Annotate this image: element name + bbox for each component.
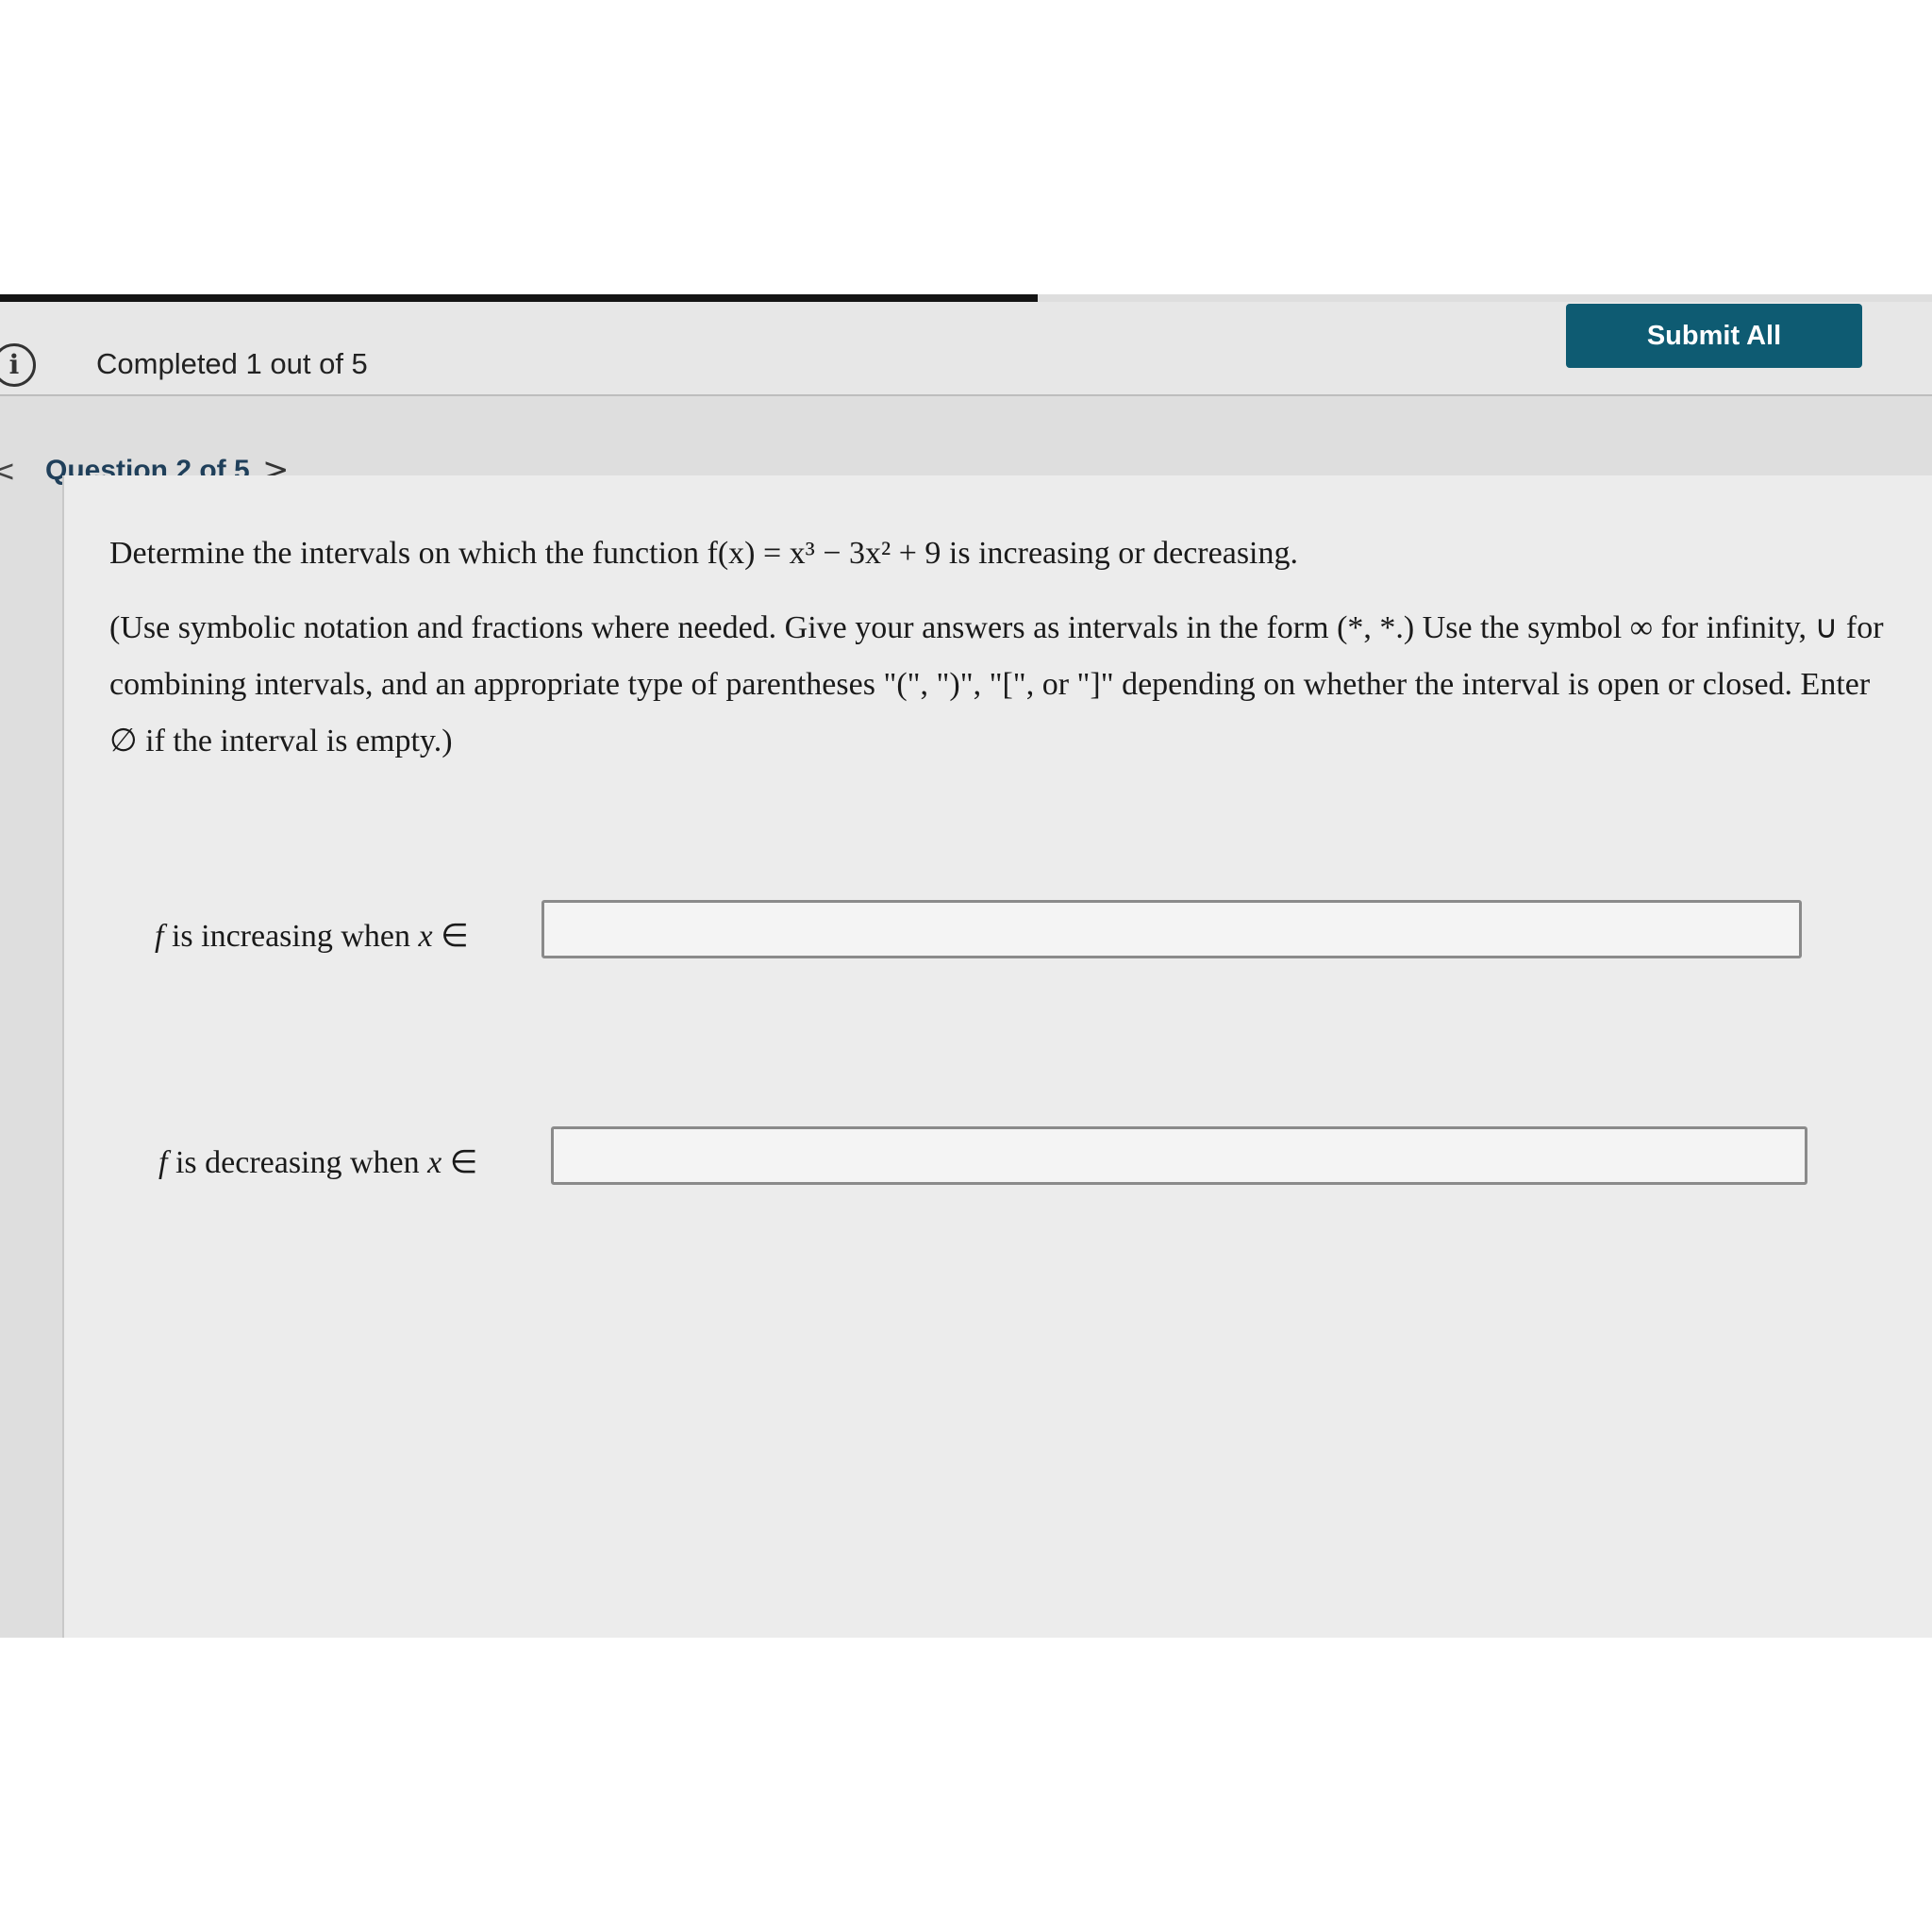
question-prompt: Determine the intervals on which the fun… xyxy=(109,536,1298,571)
decreasing-label: f is decreasing when x ∈ xyxy=(158,1143,477,1181)
chevron-left-icon[interactable]: < xyxy=(0,453,16,489)
assignment-screen: i Completed 1 out of 5 Submit All < Ques… xyxy=(0,294,1932,1638)
variable-symbol: x xyxy=(427,1145,442,1180)
increasing-label-text: is increasing when xyxy=(163,919,419,954)
element-of-symbol: ∈ xyxy=(432,919,469,954)
question-instructions: (Use symbolic notation and fractions whe… xyxy=(109,610,1884,758)
question-card: Determine the intervals on which the fun… xyxy=(62,475,1932,1638)
screen-top-edge xyxy=(0,294,1038,302)
increasing-label: f is increasing when x ∈ xyxy=(155,917,469,955)
decreasing-interval-input[interactable] xyxy=(551,1126,1807,1185)
variable-symbol: x xyxy=(418,919,433,954)
increasing-interval-input[interactable] xyxy=(541,900,1802,958)
info-icon[interactable]: i xyxy=(0,343,36,387)
element-of-symbol: ∈ xyxy=(441,1145,478,1180)
decreasing-label-text: is decreasing when xyxy=(167,1145,428,1180)
progress-header: i Completed 1 out of 5 Submit All xyxy=(0,302,1932,396)
progress-status: Completed 1 out of 5 xyxy=(96,347,368,380)
submit-all-button[interactable]: Submit All xyxy=(1566,304,1862,368)
